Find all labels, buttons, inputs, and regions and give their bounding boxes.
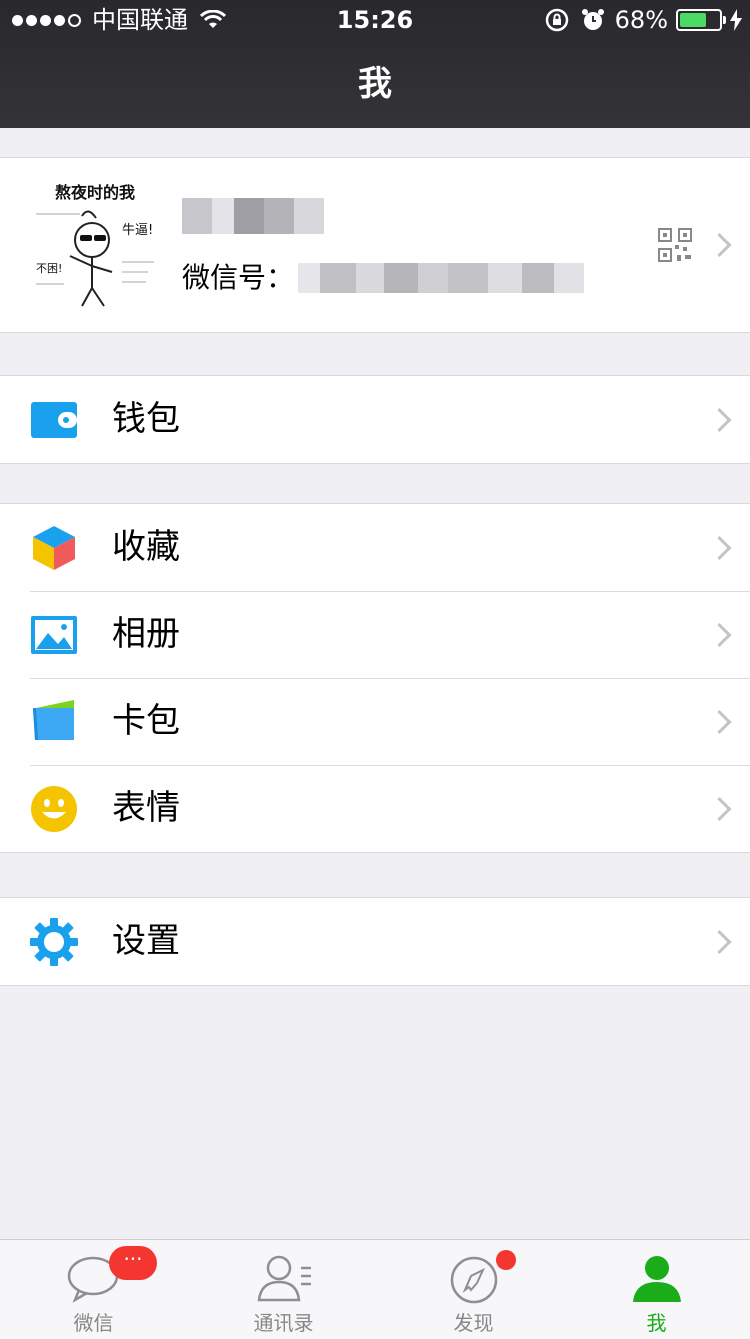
tab-bar: ··· 微信 通讯录 发现 我 [0, 1239, 750, 1339]
menu-label: 相册 [112, 614, 180, 654]
qr-code-icon[interactable] [658, 228, 692, 262]
menu-label: 收藏 [112, 527, 180, 567]
chevron-right-icon [707, 535, 732, 560]
chevron-right-icon [707, 407, 732, 432]
avatar-caption: 熬夜时的我 [55, 183, 135, 202]
charging-icon [730, 9, 742, 31]
rotation-lock-icon [545, 8, 568, 32]
battery-percent: 68% [614, 6, 668, 34]
menu-label: 设置 [112, 921, 180, 961]
chevron-right-icon [707, 929, 732, 954]
tab-contacts[interactable]: 通讯录 [190, 1240, 377, 1339]
tab-chats[interactable]: ··· 微信 [0, 1240, 187, 1339]
wechat-id-line: 微信号： [182, 258, 585, 298]
page-title: 我 [358, 64, 392, 104]
contacts-person-icon [257, 1255, 311, 1302]
menu-item-settings[interactable]: 设置 [0, 898, 750, 985]
album-photo-icon [31, 616, 77, 654]
features-section: 收藏 相册 卡包 表情 [0, 503, 750, 853]
menu-label: 表情 [112, 788, 180, 828]
chevron-right-icon [707, 709, 732, 734]
menu-item-stickers[interactable]: 表情 [0, 765, 750, 852]
wallet-section: 钱包 [0, 375, 750, 464]
menu-item-album[interactable]: 相册 [0, 591, 750, 678]
smiley-face-icon [31, 786, 77, 832]
chevron-right-icon [707, 796, 732, 821]
wechat-id-blurred [298, 263, 585, 293]
menu-item-favorites[interactable]: 收藏 [0, 504, 750, 591]
status-right: 68% [545, 0, 742, 40]
profile-card[interactable]: 熬夜时的我 牛逼! 不困! 微信号： [0, 157, 750, 333]
tab-me[interactable]: 我 [563, 1240, 750, 1339]
chevron-right-icon [707, 622, 732, 647]
new-content-dot [496, 1250, 516, 1270]
unread-badge: ··· [109, 1246, 157, 1280]
compass-icon [450, 1256, 497, 1304]
navigation-bar: 中国联通 15:26 68% 我 [0, 0, 750, 128]
favorites-cube-icon [33, 526, 75, 570]
menu-label: 卡包 [112, 701, 180, 741]
alarm-icon [581, 9, 604, 30]
chevron-right-icon [707, 232, 732, 258]
card-wallet-icon [33, 700, 74, 740]
gear-icon [30, 918, 78, 966]
avatar-bubble: 不困! [36, 262, 62, 275]
tab-discover[interactable]: 发现 [380, 1240, 567, 1339]
wallet-icon [31, 402, 77, 438]
person-filled-icon [632, 1256, 681, 1302]
menu-label: 钱包 [112, 399, 180, 439]
status-bar: 中国联通 15:26 68% [0, 0, 750, 40]
menu-item-wallet[interactable]: 钱包 [0, 376, 750, 463]
tab-label: 我 [646, 1311, 667, 1335]
avatar-illustration: 熬夜时的我 牛逼! 不困! [36, 183, 154, 307]
wechat-id-label: 微信号： [182, 261, 295, 294]
nickname-blurred [182, 198, 324, 238]
settings-section: 设置 [0, 897, 750, 986]
menu-item-cards[interactable]: 卡包 [0, 678, 750, 765]
battery-icon [676, 9, 726, 31]
avatar[interactable]: 熬夜时的我 牛逼! 不困! [30, 176, 160, 314]
tab-label: 发现 [453, 1311, 494, 1335]
tab-label: 微信 [73, 1311, 114, 1335]
avatar-bubble: 牛逼! [122, 223, 153, 238]
tab-label: 通讯录 [253, 1311, 314, 1335]
